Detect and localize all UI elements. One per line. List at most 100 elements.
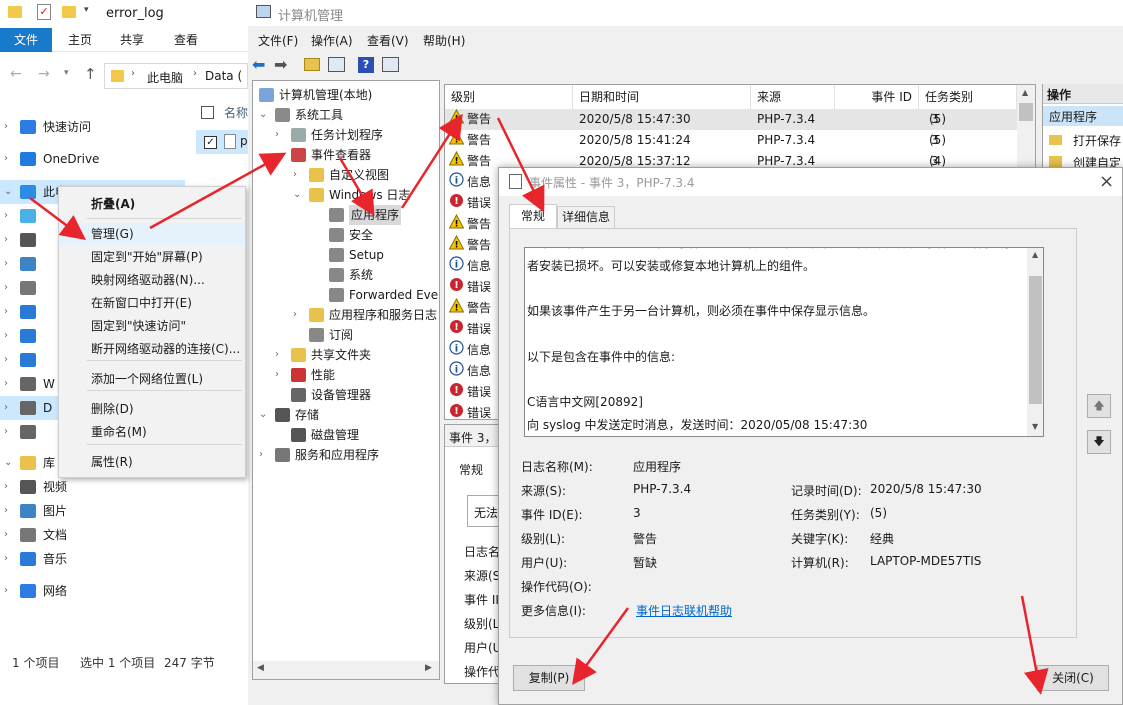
- tree-item-17[interactable]: › 音乐: [0, 547, 185, 571]
- chevron-icon[interactable]: ›: [4, 579, 16, 603]
- preview-tab-general[interactable]: 常规: [459, 461, 483, 478]
- tree-item-15[interactable]: › 图片: [0, 499, 185, 523]
- file-row-selected[interactable]: ✓ p: [196, 130, 248, 154]
- ribbon-tab-view[interactable]: 查看: [162, 28, 210, 52]
- tab-general[interactable]: 常规: [509, 204, 557, 229]
- chevron-icon[interactable]: ›: [275, 125, 287, 145]
- chevron-icon[interactable]: ›: [275, 345, 287, 365]
- context-menu-item[interactable]: 在新窗口中打开(E): [59, 292, 245, 314]
- chevron-icon[interactable]: ⌄: [259, 405, 271, 425]
- forward-arrow-icon[interactable]: →: [38, 66, 50, 82]
- context-menu-item[interactable]: 固定到"开始"屏幕(P): [59, 246, 245, 268]
- context-menu-item[interactable]: 断开网络驱动器的连接(C)...: [59, 338, 245, 360]
- chevron-icon[interactable]: ›: [4, 252, 16, 276]
- chevron-icon[interactable]: ›: [4, 499, 16, 523]
- chevron-icon[interactable]: ›: [293, 165, 305, 185]
- menu-view[interactable]: 查看(V): [367, 32, 409, 49]
- chevron-icon[interactable]: ›: [4, 396, 16, 420]
- chevron-icon[interactable]: ›: [4, 300, 16, 324]
- context-menu-item[interactable]: 删除(D): [59, 398, 245, 420]
- chevron-icon[interactable]: ›: [293, 305, 305, 325]
- ribbon-tab-share[interactable]: 共享: [108, 28, 156, 52]
- recent-locations-icon[interactable]: ▾: [64, 68, 69, 78]
- menu-file[interactable]: 文件(F): [258, 32, 298, 49]
- context-menu-item[interactable]: 添加一个网络位置(L): [59, 368, 245, 390]
- address-bar[interactable]: › 此电脑 › Data (: [104, 63, 248, 89]
- chevron-icon[interactable]: ›: [4, 228, 16, 252]
- chevron-icon[interactable]: ›: [4, 420, 16, 444]
- chevron-icon[interactable]: ›: [259, 445, 271, 465]
- properties-check-icon[interactable]: ✓: [37, 4, 51, 20]
- scroll-thumb[interactable]: [1019, 103, 1033, 121]
- column-header-2[interactable]: 来源: [751, 85, 835, 109]
- chevron-icon[interactable]: ⌄: [293, 185, 305, 205]
- close-icon[interactable]: ×: [1099, 171, 1114, 192]
- action-pane-icon[interactable]: [382, 57, 399, 72]
- more-info-link[interactable]: 事件日志联机帮助: [636, 602, 732, 619]
- context-menu-item[interactable]: 属性(R): [59, 451, 245, 473]
- scroll-up-icon[interactable]: ▲: [1022, 88, 1028, 97]
- chevron-icon[interactable]: ›: [4, 475, 16, 499]
- copy-button[interactable]: 复制(P): [513, 665, 585, 691]
- column-header-3[interactable]: 事件 ID: [835, 85, 919, 109]
- tree-item-1[interactable]: › OneDrive: [0, 147, 185, 171]
- ribbon-tab-file[interactable]: 文件: [0, 28, 52, 52]
- select-all-checkbox[interactable]: [201, 106, 214, 119]
- tree-item-14[interactable]: › 视频: [0, 475, 185, 499]
- scroll-down-icon[interactable]: ▼: [1032, 422, 1038, 431]
- up-arrow-icon[interactable]: ↑: [84, 65, 97, 83]
- chevron-icon[interactable]: ›: [4, 324, 16, 348]
- description-scrollbar[interactable]: ▲ ▼: [1027, 248, 1043, 436]
- tree-item-16[interactable]: › 文档: [0, 523, 185, 547]
- previous-event-button[interactable]: 🡅: [1087, 394, 1111, 418]
- file-checkbox[interactable]: ✓: [204, 136, 217, 149]
- tree-item-0[interactable]: › 快速访问: [0, 115, 185, 139]
- tree-item-18[interactable]: › 网络: [0, 579, 185, 603]
- actions-selected-node[interactable]: 应用程序: [1043, 106, 1123, 126]
- breadcrumb-this-pc[interactable]: 此电脑: [147, 69, 183, 86]
- scroll-left-icon[interactable]: ◀: [257, 663, 264, 673]
- breadcrumb-drive[interactable]: Data (: [205, 69, 242, 83]
- ribbon-tab-home[interactable]: 主页: [56, 28, 104, 52]
- back-arrow-icon[interactable]: ⬅: [252, 55, 272, 75]
- scroll-thumb[interactable]: [1029, 276, 1042, 404]
- scroll-right-icon[interactable]: ▶: [425, 663, 432, 673]
- chevron-icon[interactable]: ›: [4, 276, 16, 300]
- forward-arrow-icon[interactable]: ➡: [274, 55, 294, 75]
- action-open-saved-log[interactable]: 打开保存: [1043, 130, 1123, 150]
- context-menu-item[interactable]: 管理(G): [59, 223, 245, 245]
- chevron-icon[interactable]: ›: [4, 523, 16, 547]
- event-description-box[interactable]: 找不到来源 PHP-7.3.4 中的事件 ID 3 的描述。本地计算机上未安装引…: [524, 247, 1044, 437]
- chevron-icon[interactable]: ›: [4, 348, 16, 372]
- context-menu-item[interactable]: 折叠(A): [59, 193, 245, 215]
- event-row[interactable]: ! 警告 2020/5/8 15:41:24 PHP-7.3.4 3 (5): [445, 130, 1017, 151]
- column-header-name[interactable]: 名称: [224, 104, 248, 121]
- customize-toolbar-icon[interactable]: ▾: [84, 5, 89, 15]
- chevron-icon[interactable]: ⌄: [275, 145, 287, 165]
- event-row[interactable]: ! 警告 2020/5/8 15:47:30 PHP-7.3.4 3 (5): [445, 109, 1017, 130]
- tree-horizontal-scrollbar[interactable]: ◀ ▶: [253, 661, 439, 679]
- context-menu-item[interactable]: 映射网络驱动器(N)...: [59, 269, 245, 291]
- context-menu-item[interactable]: 固定到"快速访问": [59, 315, 245, 337]
- chevron-icon[interactable]: ›: [4, 115, 16, 139]
- column-header-1[interactable]: 日期和时间: [573, 85, 751, 109]
- menu-help[interactable]: 帮助(H): [423, 32, 465, 49]
- chevron-icon[interactable]: ›: [4, 204, 16, 228]
- chevron-icon[interactable]: ›: [4, 147, 16, 171]
- scroll-up-icon[interactable]: ▲: [1032, 250, 1038, 259]
- help-icon[interactable]: ?: [358, 57, 374, 73]
- tab-details[interactable]: 详细信息: [557, 206, 615, 228]
- back-arrow-icon[interactable]: ←: [10, 66, 22, 82]
- chevron-icon[interactable]: ›: [4, 372, 16, 396]
- column-header-0[interactable]: 级别: [445, 85, 573, 109]
- chevron-icon[interactable]: ›: [4, 547, 16, 571]
- chevron-icon[interactable]: ⌄: [259, 105, 271, 125]
- menu-action[interactable]: 操作(A): [311, 32, 353, 49]
- chevron-icon[interactable]: ⌄: [4, 180, 16, 204]
- close-button[interactable]: 关闭(C): [1037, 665, 1109, 691]
- up-folder-icon[interactable]: [304, 58, 320, 71]
- new-folder-icon[interactable]: [62, 6, 76, 18]
- next-event-button[interactable]: 🡇: [1087, 430, 1111, 454]
- column-header-4[interactable]: 任务类别: [919, 85, 1017, 109]
- chevron-icon[interactable]: ›: [275, 365, 287, 385]
